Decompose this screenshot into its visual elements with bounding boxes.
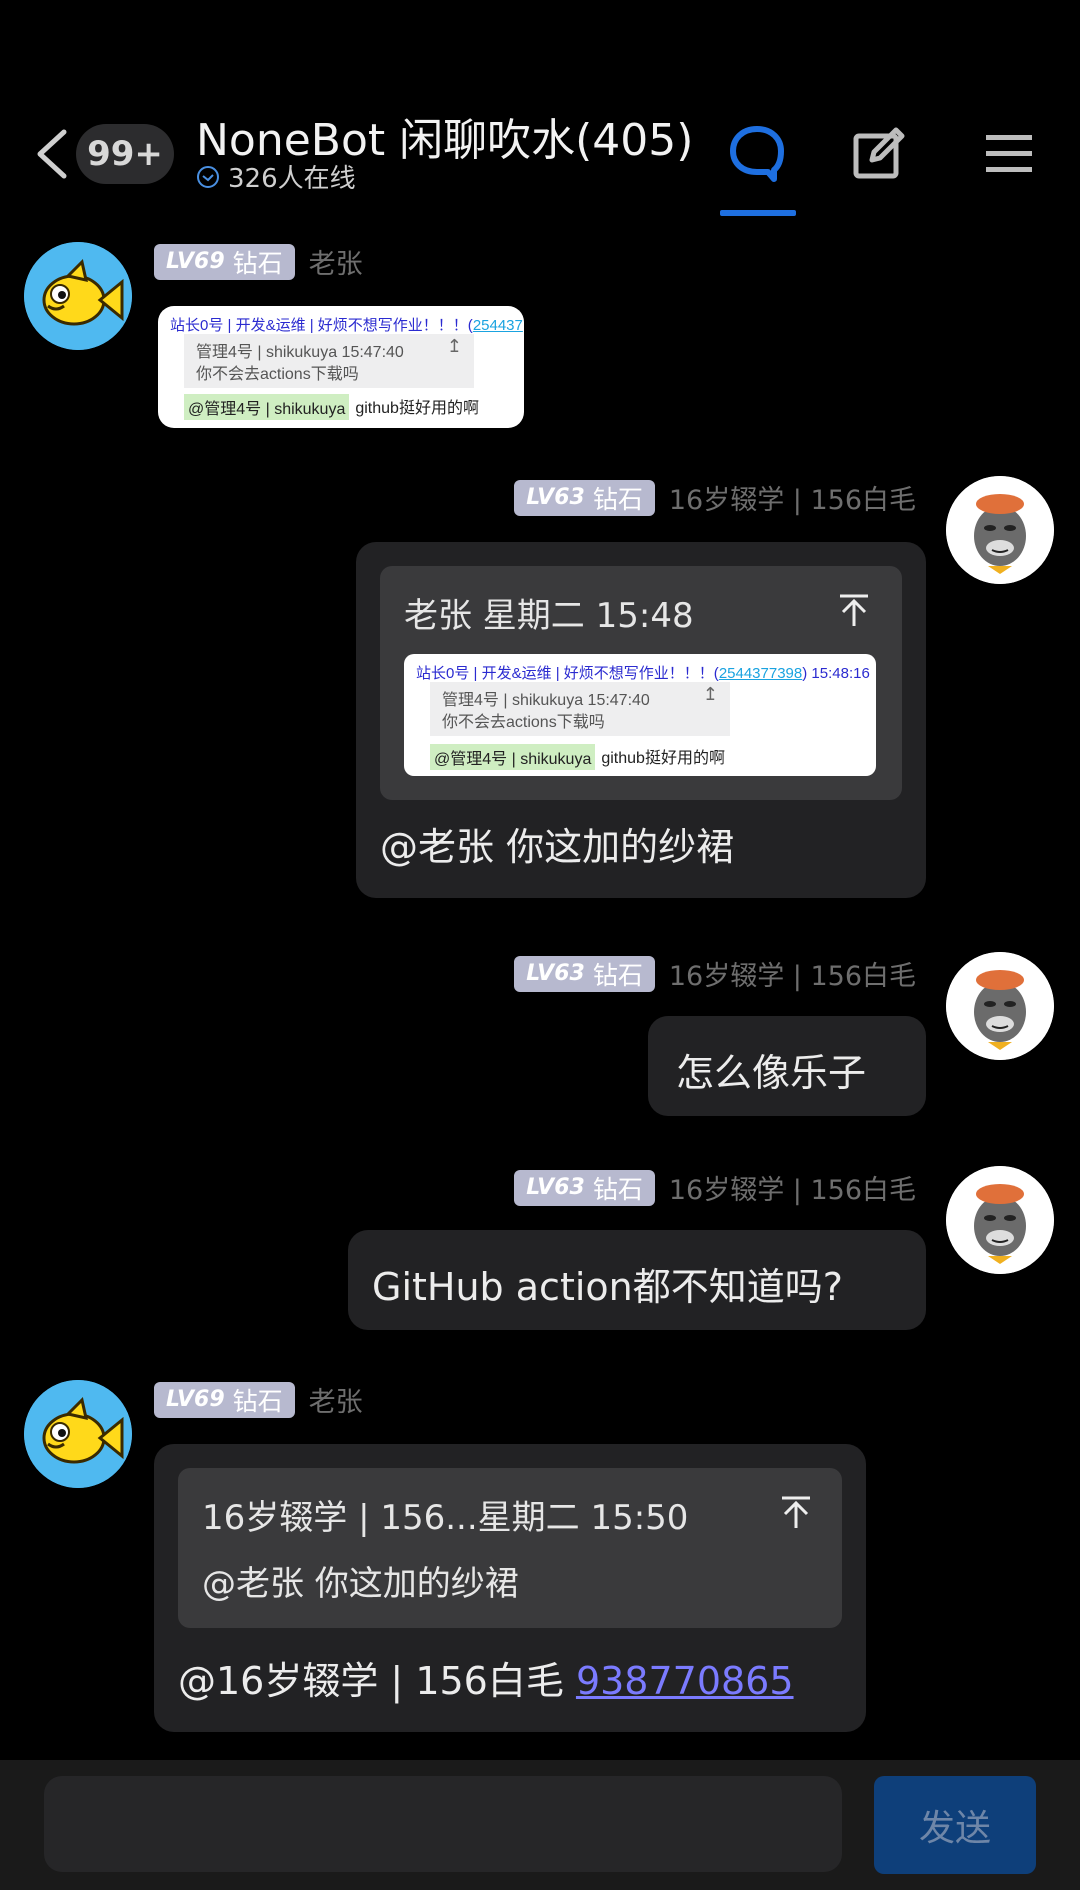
chat-bubble-icon[interactable] (728, 124, 786, 182)
online-count-text: 326人在线 (228, 164, 356, 194)
reply-quote[interactable]: 16岁辍学 | 156...星期二 15:50 @老张 你这加的纱裙 (178, 1468, 842, 1628)
image-message[interactable]: 站长0号 | 开发&运维 | 好烦不想写作业！！！(254437 管理4号 | … (158, 306, 524, 428)
qq-number-link[interactable]: 938770865 (576, 1659, 794, 1703)
message-outgoing: LV63 钻石 16岁辍学 | 156白毛 老张 星期二 15:48 站长0号 |… (0, 476, 1080, 906)
back-arrow-icon[interactable] (32, 128, 72, 180)
message-text: @16岁辍学 | 156白毛 938770865 (178, 1650, 794, 1705)
message-outgoing: LV63 钻石 16岁辍学 | 156白毛 怎么像乐子 (0, 952, 1080, 1122)
sender-meta: LV69 钻石 老张 (154, 1380, 363, 1419)
active-tab-indicator (720, 210, 796, 216)
sender-meta: LV69 钻石 老张 (154, 242, 363, 281)
reply-quote-header: 16岁辍学 | 156...星期二 15:50 (202, 1498, 689, 1538)
online-check-icon (197, 165, 219, 188)
level-badge: LV63 钻石 (514, 479, 655, 516)
up-arrow-icon: ↥ (702, 684, 718, 704)
sender-name[interactable]: 16岁辍学 | 156白毛 (669, 954, 916, 993)
sender-avatar-fish[interactable] (24, 242, 132, 350)
level-badge: LV63 钻石 (514, 955, 655, 992)
level-badge: LV69 钻石 (154, 243, 295, 280)
sender-avatar-fish[interactable] (24, 1380, 132, 1488)
sender-meta: LV63 钻石 16岁辍学 | 156白毛 (514, 478, 916, 517)
message-outgoing: LV63 钻石 16岁辍学 | 156白毛 GitHub action都不知道吗? (0, 1166, 1080, 1336)
fish-avatar-icon (24, 1380, 132, 1488)
message-incoming: LV69 钻石 老张 站长0号 | 开发&运维 | 好烦不想写作业！！！(2544… (0, 240, 1080, 440)
sender-meta: LV63 钻石 16岁辍学 | 156白毛 (514, 1168, 916, 1207)
sender-name[interactable]: 16岁辍学 | 156白毛 (669, 478, 916, 517)
message-bubble[interactable]: 怎么像乐子 (648, 1016, 926, 1116)
sender-name[interactable]: 老张 (309, 242, 363, 281)
screenshot-content: 站长0号 | 开发&运维 | 好烦不想写作业！！！(254437 管理4号 | … (170, 317, 523, 420)
sender-avatar-wolf[interactable] (946, 952, 1054, 1060)
sender-name[interactable]: 16岁辍学 | 156白毛 (669, 1168, 916, 1207)
sender-name[interactable]: 老张 (309, 1380, 363, 1419)
mention-text[interactable]: @16岁辍学 | 156白毛 (178, 1659, 576, 1703)
message-text: @老张 你这加的纱裙 (380, 825, 735, 869)
sender-meta: LV63 钻石 16岁辍学 | 156白毛 (514, 954, 916, 993)
up-arrow-icon: ↥ (446, 336, 462, 356)
wolf-avatar-icon (946, 1166, 1054, 1274)
message-bubble[interactable]: 16岁辍学 | 156...星期二 15:50 @老张 你这加的纱裙 @16岁辍… (154, 1444, 866, 1732)
message-text: 怎么像乐子 (676, 1051, 867, 1095)
wolf-avatar-icon (946, 476, 1054, 584)
quoted-image[interactable]: 站长0号 | 开发&运维 | 好烦不想写作业！！！(2544377398) 15… (404, 654, 876, 776)
reply-quote[interactable]: 老张 星期二 15:48 站长0号 | 开发&运维 | 好烦不想写作业！！！(2… (380, 566, 902, 800)
unread-count-badge[interactable]: 99+ (76, 124, 174, 184)
input-bar: 发送 (0, 1760, 1080, 1890)
edit-icon[interactable] (852, 126, 906, 180)
jump-to-top-icon[interactable] (778, 1494, 814, 1530)
reply-quote-text: @老张 你这加的纱裙 (202, 1564, 519, 1604)
sender-avatar-wolf[interactable] (946, 1166, 1054, 1274)
level-badge: LV63 钻石 (514, 1169, 655, 1206)
reply-quote-header: 老张 星期二 15:48 (404, 596, 694, 636)
level-badge: LV69 钻石 (154, 1381, 295, 1418)
online-status[interactable]: 326人在线 (196, 158, 356, 195)
fish-avatar-icon (24, 242, 132, 350)
screenshot-content: 站长0号 | 开发&运维 | 好烦不想写作业！！！(2544377398) 15… (416, 665, 870, 770)
menu-icon[interactable] (984, 132, 1034, 176)
message-input[interactable] (44, 1776, 842, 1872)
wolf-avatar-icon (946, 952, 1054, 1060)
message-bubble[interactable]: 老张 星期二 15:48 站长0号 | 开发&运维 | 好烦不想写作业！！！(2… (356, 542, 926, 898)
message-bubble[interactable]: GitHub action都不知道吗? (348, 1230, 926, 1330)
message-text: GitHub action都不知道吗? (372, 1265, 843, 1309)
send-button[interactable]: 发送 (874, 1776, 1036, 1874)
jump-to-top-icon[interactable] (836, 592, 872, 628)
chat-header: 99+ NoneBot 闲聊吹水(405) 326人在线 (0, 0, 1080, 230)
message-incoming: LV69 钻石 老张 16岁辍学 | 156...星期二 15:50 @老张 你这… (0, 1378, 1080, 1738)
sender-avatar-wolf[interactable] (946, 476, 1054, 584)
